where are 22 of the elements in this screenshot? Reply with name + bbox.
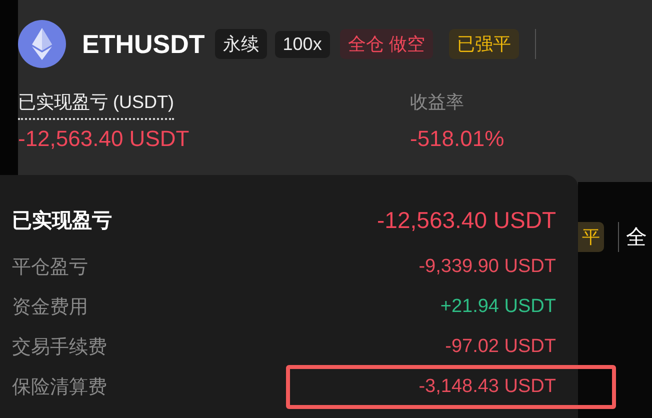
row-label: 保险清算费	[12, 376, 107, 400]
row-label: 交易手续费	[12, 336, 107, 360]
tooltip-title: 已实现盈亏	[12, 208, 112, 234]
tag: 100x	[274, 30, 330, 58]
stat-value: -518.01%	[410, 126, 504, 152]
row-label: 平仓盈亏	[12, 256, 88, 280]
row-label: 资金费用	[12, 296, 88, 320]
ethereum-coin-icon	[18, 20, 66, 68]
row-value: -9,339.90 USDT	[418, 256, 556, 278]
total-value: -12,563.40 USDT	[377, 206, 556, 234]
symbol-title: ETHUSDT	[82, 28, 205, 60]
stat-label: 收益率	[410, 91, 464, 114]
stat-value: -12,563.40 USDT	[18, 126, 190, 152]
tag: 全仓 做空	[340, 29, 433, 59]
row-value: -97.02 USDT	[445, 336, 556, 358]
tag: 已强平	[448, 29, 519, 59]
stat-label: 已实现盈亏 (USDT)	[18, 90, 174, 120]
row-value: +21.94 USDT	[440, 296, 556, 318]
label-text: 全	[626, 225, 647, 251]
row-value: -3,148.43 USDT	[418, 376, 556, 398]
tag: 永续	[214, 29, 267, 59]
tag: 平	[578, 222, 604, 252]
